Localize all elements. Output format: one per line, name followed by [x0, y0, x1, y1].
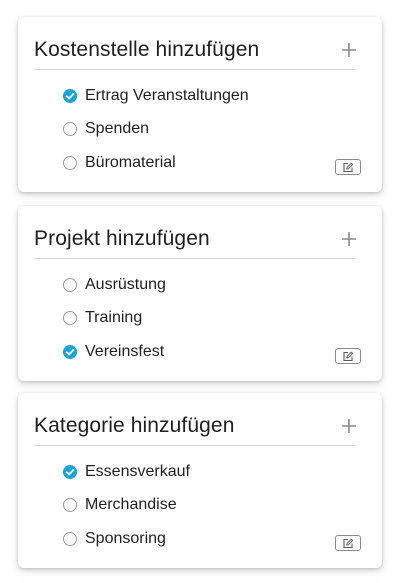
option-label: Spenden: [85, 120, 150, 138]
add-category-button[interactable]: [340, 415, 358, 437]
divider: [34, 258, 355, 259]
plus-icon: [340, 415, 358, 437]
category-card: Kategorie hinzufügen Essensverkauf Merch…: [18, 393, 382, 568]
cost-center-card: Kostenstelle hinzufügen Ertrag Veranstal…: [18, 17, 382, 192]
project-card: Projekt hinzufügen Ausrüstung Training V…: [18, 206, 382, 381]
option-label: Training: [85, 309, 143, 327]
divider: [34, 69, 355, 70]
option-item[interactable]: Spenden: [63, 113, 362, 147]
card-title: Kategorie hinzufügen: [34, 414, 235, 437]
radio-checked[interactable]: [63, 344, 77, 359]
option-item[interactable]: Merchandise: [63, 489, 362, 523]
option-item[interactable]: Vereinsfest: [63, 335, 362, 369]
option-label: Vereinsfest: [85, 342, 165, 360]
radio-unchecked[interactable]: [63, 155, 77, 170]
option-item[interactable]: Büromaterial: [63, 146, 362, 180]
option-label: Sponsoring: [85, 529, 166, 547]
option-label: Ausrüstung: [85, 275, 166, 293]
radio-checked[interactable]: [63, 464, 77, 479]
radio-unchecked[interactable]: [63, 531, 77, 546]
edit-button[interactable]: [335, 348, 361, 364]
option-label: Ertrag Veranstaltungen: [85, 86, 249, 104]
add-cost-center-button[interactable]: [340, 39, 358, 61]
radio-unchecked[interactable]: [63, 498, 77, 513]
edit-icon: [342, 162, 354, 173]
plus-icon: [340, 228, 358, 250]
add-project-button[interactable]: [340, 228, 358, 250]
radio-unchecked[interactable]: [63, 277, 77, 292]
card-title: Kostenstelle hinzufügen: [34, 38, 260, 61]
option-list: Ausrüstung Training Vereinsfest: [63, 268, 362, 369]
option-label: Merchandise: [85, 496, 177, 514]
option-item[interactable]: Ausrüstung: [63, 268, 362, 302]
option-list: Essensverkauf Merchandise Sponsoring: [63, 455, 362, 556]
card-title: Projekt hinzufügen: [34, 227, 210, 250]
option-item[interactable]: Ertrag Veranstaltungen: [63, 79, 362, 113]
option-item[interactable]: Sponsoring: [63, 522, 362, 556]
edit-icon: [342, 351, 354, 362]
option-item[interactable]: Training: [63, 302, 362, 336]
radio-checked[interactable]: [63, 88, 77, 103]
option-list: Ertrag Veranstaltungen Spenden Büromater…: [63, 79, 362, 180]
radio-unchecked[interactable]: [63, 311, 77, 326]
divider: [34, 445, 355, 446]
check-icon: [63, 89, 77, 103]
plus-icon: [340, 39, 358, 61]
radio-unchecked[interactable]: [63, 122, 77, 137]
check-icon: [63, 465, 77, 479]
edit-button[interactable]: [335, 159, 361, 175]
option-label: Essensverkauf: [85, 462, 190, 480]
option-label: Büromaterial: [85, 153, 176, 171]
edit-icon: [342, 538, 354, 549]
option-item[interactable]: Essensverkauf: [63, 455, 362, 489]
check-icon: [63, 345, 77, 359]
edit-button[interactable]: [335, 535, 361, 551]
